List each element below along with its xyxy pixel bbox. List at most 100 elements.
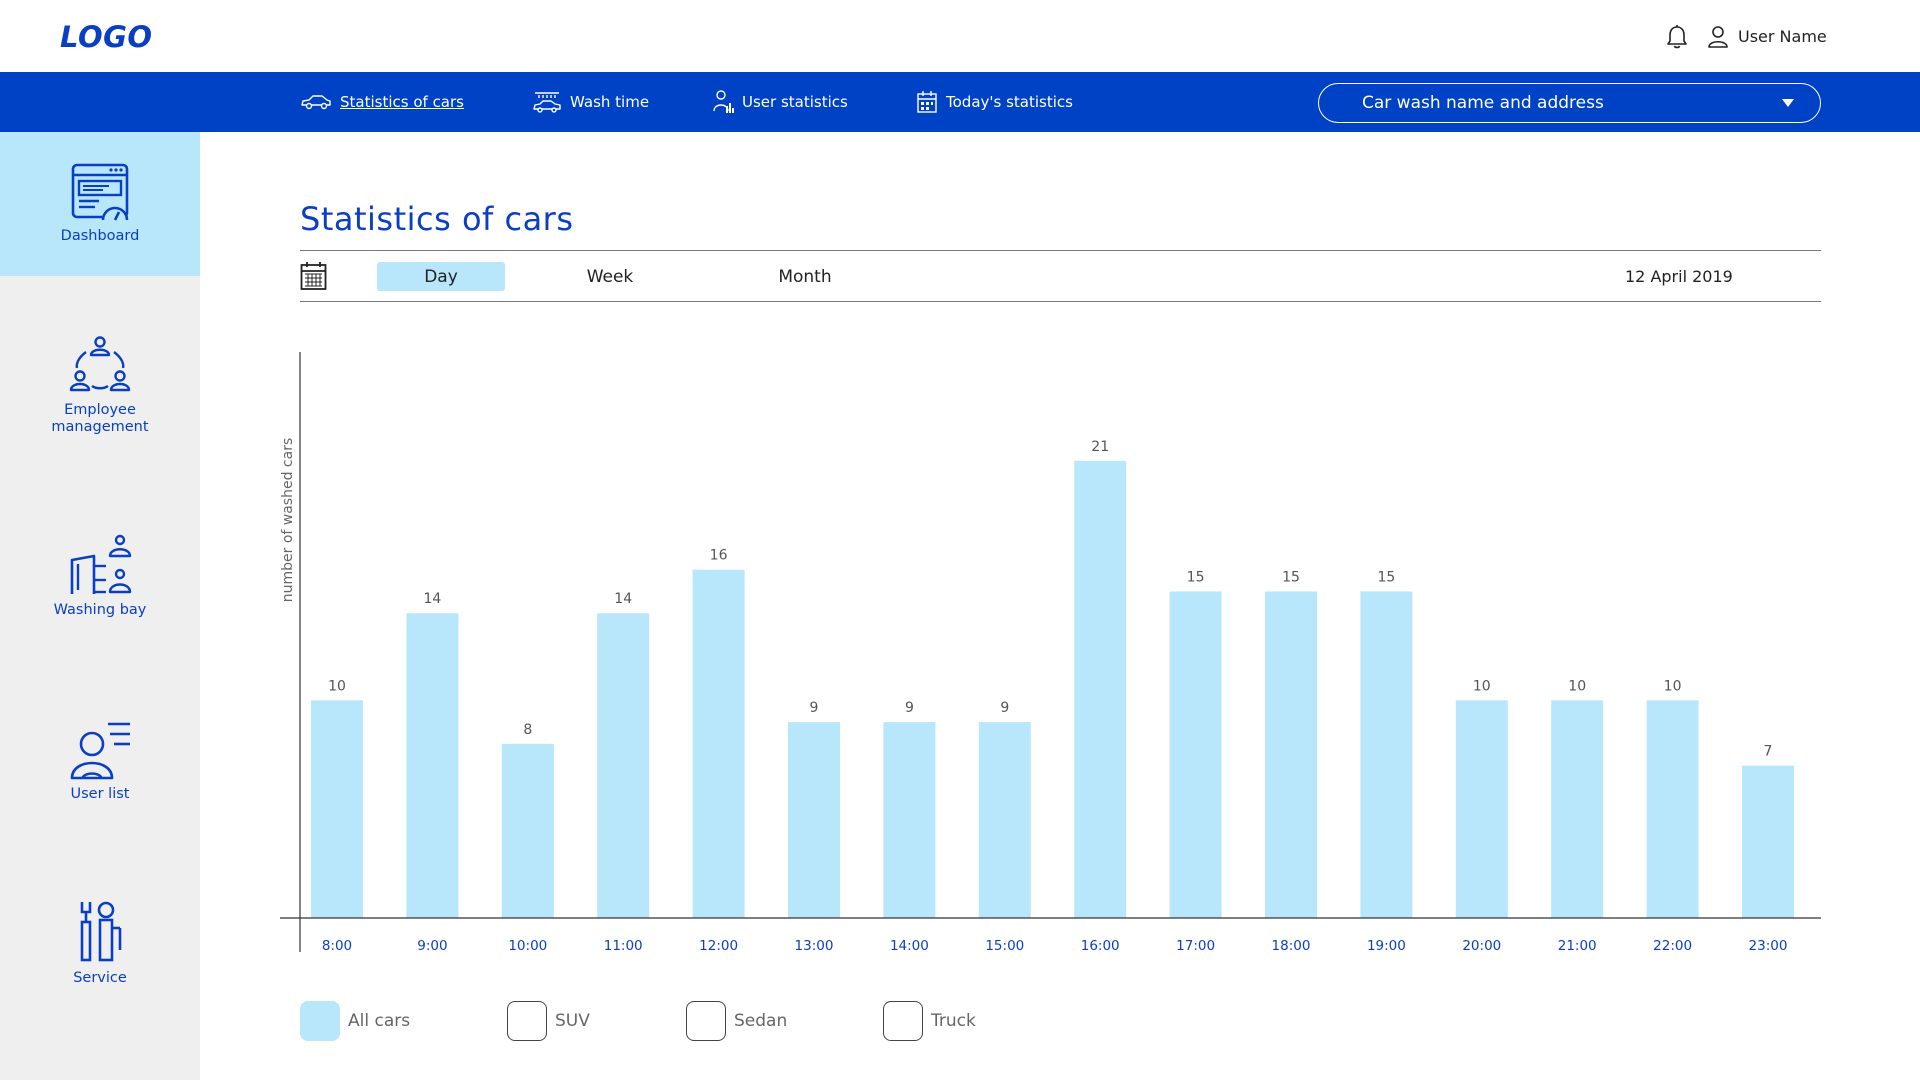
sidebar-item-service[interactable]: Service: [0, 900, 200, 1030]
legend-label: SUV: [555, 1011, 590, 1031]
data-label: 9: [810, 700, 819, 716]
nav-tab-wash-time[interactable]: Wash time: [532, 72, 649, 132]
bar: [1455, 700, 1508, 918]
user-icon[interactable]: [1707, 25, 1729, 49]
bar: [1742, 765, 1794, 918]
bar: [1265, 591, 1317, 918]
bar: [406, 613, 459, 918]
sidebar-item-dashboard[interactable]: Dashboard: [0, 132, 200, 276]
calendar-icon[interactable]: [300, 261, 327, 291]
legend-label: All cars: [348, 1011, 411, 1031]
x-tick-label: 21:00: [1558, 938, 1597, 954]
sidebar-item-label: User list: [70, 786, 130, 802]
washing-bay-icon: [70, 534, 132, 594]
nav-tab-user-statistics[interactable]: User statistics: [712, 72, 848, 132]
data-label: 10: [1664, 678, 1682, 694]
car-wash-select-value: Car wash name and address: [1362, 93, 1604, 113]
dashboard-icon: [71, 163, 129, 221]
nav-tab-label: Wash time: [570, 93, 650, 111]
bar: [597, 613, 650, 918]
checkbox-all-cars[interactable]: [300, 1001, 340, 1041]
data-label: 7: [1764, 744, 1773, 760]
x-tick-label: 17:00: [1176, 938, 1215, 954]
bar: [1074, 460, 1127, 918]
service-tools-icon: [80, 901, 122, 962]
data-label: 15: [1377, 569, 1395, 585]
nav-tab-statistics-of-cars[interactable]: Statistics of cars: [300, 72, 464, 132]
x-tick-label: 8:00: [322, 938, 352, 954]
data-label: 9: [905, 700, 914, 716]
sidebar-item-label: Dashboard: [60, 228, 140, 244]
bar-chart: 10 8:00 14 9:00 8 10:00 14 11:00 16 12:00 9 13:00 9 1…: [280, 352, 1821, 954]
chevron-down-icon[interactable]: [1782, 99, 1794, 107]
period-tab-label: Month: [778, 266, 832, 287]
calendar-chart-icon: [917, 91, 937, 113]
x-tick-label: 16:00: [1081, 938, 1120, 954]
team-icon: [69, 336, 131, 392]
data-label: 9: [1000, 700, 1009, 716]
bar: [788, 722, 840, 918]
sidebar-item-label: Service: [73, 970, 127, 986]
car-icon: [301, 95, 331, 110]
bar: [692, 569, 745, 918]
x-tick-label: 10:00: [508, 938, 547, 954]
sidebar-item-label: Employee management: [51, 402, 149, 435]
sidebar-item-employee-management[interactable]: Employee management: [0, 336, 200, 456]
checkbox-suv[interactable]: [507, 1001, 547, 1041]
x-tick-label: 20:00: [1462, 938, 1501, 954]
bell-icon[interactable]: [1665, 24, 1689, 50]
period-tab-day[interactable]: Day: [377, 262, 505, 291]
user-name[interactable]: User Name: [1738, 27, 1827, 46]
period-tab-label: Day: [424, 266, 458, 287]
x-tick-label: 18:00: [1272, 938, 1311, 954]
bar: [1551, 700, 1604, 918]
x-tick-label: 23:00: [1749, 938, 1788, 954]
page-title: Statistics of cars: [300, 200, 574, 238]
data-label: 16: [710, 548, 728, 564]
period-tab-month[interactable]: Month: [760, 262, 850, 291]
nav-tab-label: Statistics of cars: [340, 93, 464, 111]
x-tick-label: 11:00: [604, 938, 643, 954]
checkbox-sedan[interactable]: [686, 1001, 726, 1041]
data-label: 8: [523, 722, 532, 738]
sidebar-item-washing-bay[interactable]: Washing bay: [0, 534, 200, 654]
data-label: 10: [328, 678, 346, 694]
x-tick-label: 12:00: [699, 938, 738, 954]
bar: [501, 743, 554, 918]
legend-item-truck[interactable]: Truck: [883, 1001, 976, 1041]
user-chart-icon: [713, 90, 734, 113]
selected-date[interactable]: 12 April 2019: [1625, 267, 1733, 286]
nav-tab-todays-statistics[interactable]: Today's statistics: [916, 72, 1073, 132]
car-wash-icon: [533, 92, 561, 113]
period-tab-label: Week: [586, 266, 634, 287]
legend-item-all-cars[interactable]: All cars: [300, 1001, 410, 1041]
sidebar-item-label: Washing bay: [53, 602, 147, 618]
sidebar: Dashboard Employee management Washing ba…: [0, 132, 200, 1080]
nav-bar: Statistics of cars Wash time User statis…: [0, 72, 1920, 132]
checkbox-truck[interactable]: [883, 1001, 923, 1041]
data-label: 14: [614, 591, 632, 607]
legend-item-sedan[interactable]: Sedan: [686, 1001, 787, 1041]
top-bar: LOGO User Name: [0, 0, 1920, 72]
bar: [1646, 700, 1699, 918]
x-tick-label: 22:00: [1653, 938, 1692, 954]
x-tick-label: 15:00: [985, 938, 1024, 954]
bar: [978, 722, 1031, 918]
sidebar-item-user-list[interactable]: User list: [0, 720, 200, 840]
data-label: 14: [423, 591, 441, 607]
logo[interactable]: LOGO: [60, 20, 153, 54]
nav-tab-label: User statistics: [742, 93, 848, 111]
bar: [883, 722, 936, 918]
x-tick-label: 14:00: [890, 938, 929, 954]
data-label: 10: [1473, 678, 1491, 694]
x-tick-label: 9:00: [417, 938, 447, 954]
period-tab-week[interactable]: Week: [570, 262, 650, 291]
legend-label: Sedan: [734, 1011, 788, 1031]
bar: [1360, 591, 1413, 918]
period-filter-bar: Day Week Month 12 April 2019: [300, 250, 1821, 302]
bar: [311, 700, 363, 918]
legend-item-suv[interactable]: SUV: [507, 1001, 590, 1041]
user-list-icon: [70, 722, 130, 780]
data-label: 15: [1187, 569, 1205, 585]
car-wash-select[interactable]: Car wash name and address: [1318, 83, 1821, 123]
